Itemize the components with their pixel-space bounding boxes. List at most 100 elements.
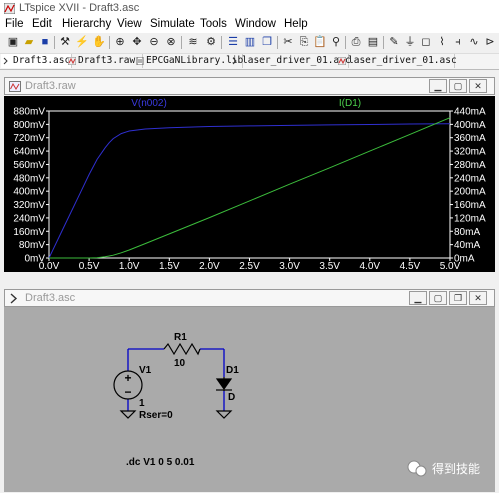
document-tab-bar: Draft3.asc Draft3.raw EPCGaNLibrary.lib … (0, 54, 499, 70)
tab-draft3-raw[interactable]: Draft3.raw (66, 54, 143, 68)
copy-icon[interactable]: ⎘ (297, 35, 311, 49)
menu-hierarchy[interactable]: Hierarchy (62, 18, 111, 30)
new-schematic-icon[interactable]: ▣ (6, 35, 20, 49)
v1-name[interactable]: V1 (139, 365, 152, 376)
halt-icon[interactable]: ✋ (92, 35, 106, 49)
cut-icon[interactable]: ✂ (281, 35, 295, 49)
spice-directive[interactable]: .dc V1 0 5 0.01 (126, 457, 195, 468)
r1-name[interactable]: R1 (174, 332, 187, 343)
y-right-tick-label: 120mA (454, 213, 486, 224)
v1-value[interactable]: 1 (139, 398, 145, 409)
print-setup-icon[interactable]: ▤ (366, 35, 380, 49)
zoom-out-icon[interactable]: ⊖ (147, 35, 161, 49)
y-right-tick-label: 360mA (454, 133, 486, 144)
waveform-chart[interactable]: V(n002) I(D1) 0.0V 0.5V 1.0V 1.5V 2.0V 2.5V 3.… (4, 96, 495, 272)
resistor-r1-symbol[interactable] (163, 342, 201, 356)
tab-label: EPCGaNLibrary.lib (146, 55, 244, 66)
run-icon[interactable]: ⚡ (75, 35, 89, 49)
control-panel-icon[interactable]: ⚒ (58, 35, 72, 49)
menu-help[interactable]: Help (284, 18, 308, 30)
tab-draft3-asc[interactable]: Draft3.asc (1, 54, 72, 68)
find-icon[interactable]: ⚲ (329, 35, 343, 49)
y-left-tick-label: 160mV (13, 227, 45, 238)
trace-label-voltage[interactable]: V(n002) (131, 98, 167, 109)
waveform-plot-pane[interactable]: V(n002) I(D1) 0.0V 0.5V 1.0V 1.5V 2.0V 2.5V 3.… (4, 96, 495, 272)
y-left-tick-label: 640mV (13, 147, 45, 158)
tile-vertical-icon[interactable]: ▥ (243, 35, 257, 49)
tile-horizontal-icon[interactable]: ☰ (226, 35, 240, 49)
y-left-tick-label: 800mV (13, 120, 45, 131)
schematic-drawing[interactable]: R1 10 + − V1 1 Rser=0 D1 D .dc V1 0 5 0.… (4, 307, 495, 492)
toolbar-separator (383, 36, 384, 49)
print-icon[interactable]: ⎙ (349, 35, 363, 49)
ground-icon[interactable] (215, 410, 233, 419)
diode-icon[interactable]: ⊳ (483, 35, 497, 49)
settings-icon[interactable]: ⚙ (204, 35, 218, 49)
menu-edit[interactable]: Edit (32, 18, 52, 30)
capacitor-icon[interactable]: ⫞ (451, 35, 465, 49)
ground-icon[interactable] (119, 410, 137, 419)
tab-laser-driver-01-b[interactable]: laser_driver_01.asc (336, 54, 457, 68)
menu-simulate[interactable]: Simulate (150, 18, 195, 30)
label-net-icon[interactable]: ◻ (419, 35, 433, 49)
voltage-trace (48, 123, 451, 259)
toolbar-separator (109, 36, 110, 49)
watermark: 得到技能 (407, 460, 480, 477)
cascade-icon[interactable]: ❐ (260, 35, 274, 49)
ground-icon[interactable]: ⏚ (403, 35, 417, 49)
waveform-icon (338, 57, 346, 65)
schematic-canvas[interactable]: R1 10 + − V1 1 Rser=0 D1 D .dc V1 0 5 0.… (4, 307, 495, 492)
tab-laser-driver-01-a[interactable]: laser_driver_01.asc (230, 54, 351, 68)
y-right-tick-label: 0mA (454, 254, 475, 265)
y-left-tick-label: 400mV (13, 187, 45, 198)
menu-window[interactable]: Window (235, 18, 276, 30)
diode-d1-symbol[interactable] (215, 377, 233, 391)
close-button[interactable]: ✕ (469, 79, 487, 93)
y-right-tick-label: 320mA (454, 147, 486, 158)
y-right-tick-label: 40mA (454, 240, 480, 251)
d1-name[interactable]: D1 (226, 365, 239, 376)
y-left-tick-label: 240mV (13, 213, 45, 224)
paste-icon[interactable]: 📋 (313, 35, 327, 49)
r1-value[interactable]: 10 (174, 358, 186, 369)
autorange-icon[interactable]: ≋ (186, 35, 200, 49)
y-right-tick-label: 440mA (454, 107, 486, 118)
restore-button[interactable]: ❐ (449, 291, 467, 305)
resistor-icon[interactable]: ⌇ (435, 35, 449, 49)
minimize-button[interactable]: ▁ (429, 79, 447, 93)
toolbar: ▣ ▰ ■ ⚒ ⚡ ✋ ⊕ ✥ ⊖ ⊗ ≋ ⚙ ☰ ▥ ❐ ✂ ⎘ 📋 ⚲ ⎙ … (0, 33, 499, 54)
menu-tools[interactable]: Tools (200, 18, 227, 30)
zoom-fit-icon[interactable]: ⊗ (164, 35, 178, 49)
plot-window-titlebar[interactable]: Draft3.raw ▁ ▢ ✕ (4, 77, 495, 95)
minimize-button[interactable]: ▁ (409, 291, 427, 305)
close-button[interactable]: ✕ (469, 291, 487, 305)
v1-rser[interactable]: Rser=0 (139, 410, 173, 421)
v1-plus-sign: + (124, 371, 131, 385)
schematic-window-title: Draft3.asc (25, 292, 76, 304)
y-left-tick-label: 560mV (13, 160, 45, 171)
schematic-window-titlebar[interactable]: Draft3.asc ▁ ▢ ❐ ✕ (4, 289, 495, 307)
tab-label: laser_driver_01.asc (348, 55, 457, 66)
menu-view[interactable]: View (117, 18, 142, 30)
draw-wire-icon[interactable]: ✎ (387, 35, 401, 49)
open-icon[interactable]: ▰ (22, 35, 36, 49)
tab-epcgan-library[interactable]: EPCGaNLibrary.lib (134, 54, 243, 68)
pan-icon[interactable]: ✥ (130, 35, 144, 49)
ltspice-app-icon (4, 3, 15, 14)
save-icon[interactable]: ■ (38, 35, 52, 49)
x-tick-label: 0.5V (79, 261, 100, 272)
zoom-in-icon[interactable]: ⊕ (113, 35, 127, 49)
maximize-button[interactable]: ▢ (449, 79, 467, 93)
toolbar-separator (221, 36, 222, 49)
d1-value[interactable]: D (228, 392, 235, 403)
plot-window-title: Draft3.raw (25, 80, 76, 92)
plot-frame (48, 110, 451, 259)
inductor-icon[interactable]: ∿ (467, 35, 481, 49)
y-right-tick-label: 160mA (454, 200, 486, 211)
maximize-button[interactable]: ▢ (429, 291, 447, 305)
menu-file[interactable]: File (5, 18, 24, 30)
y-left-tick-label: 0mV (24, 254, 45, 265)
menu-bar: File Edit Hierarchy View Simulate Tools … (0, 17, 499, 33)
y-right-tick-label: 80mA (454, 227, 480, 238)
trace-label-current[interactable]: I(D1) (339, 98, 361, 109)
